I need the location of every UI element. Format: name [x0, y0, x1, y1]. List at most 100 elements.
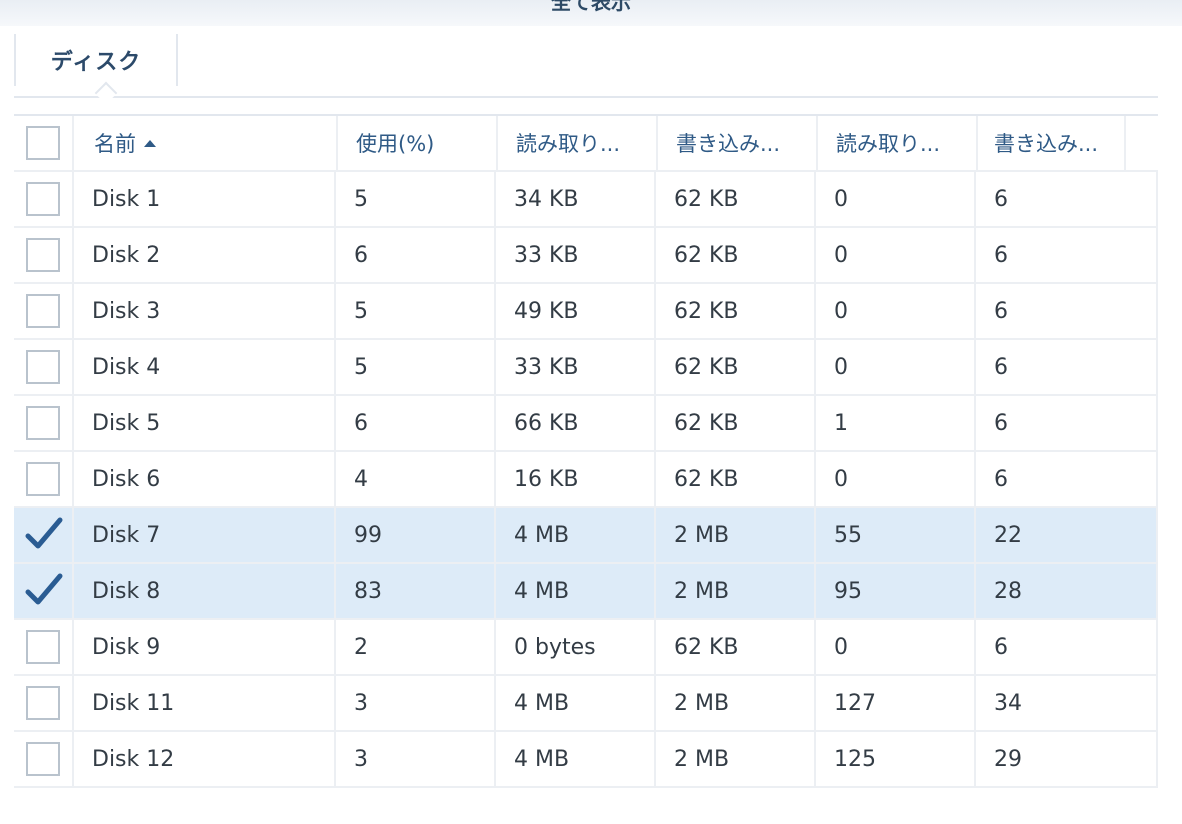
show-all-button[interactable]: 全て表示	[0, 0, 1182, 14]
cell-read-ops: 0	[816, 620, 976, 674]
cell-write: 62 KB	[656, 228, 816, 282]
column-header-label: 名前	[94, 132, 136, 156]
cell-read: 4 MB	[496, 564, 656, 618]
cell-read: 4 MB	[496, 508, 656, 562]
column-header-read[interactable]: 読み取り...	[498, 116, 658, 170]
cell-write-ops: 29	[976, 732, 1158, 786]
cell-read: 34 KB	[496, 172, 656, 226]
cell-name: Disk 5	[74, 396, 336, 450]
column-header-write[interactable]: 書き込み...	[658, 116, 818, 170]
cell-write-ops: 6	[976, 452, 1158, 506]
row-select-cell	[14, 732, 74, 786]
row-select-cell	[14, 676, 74, 730]
column-header-label: 読み取り...	[836, 132, 941, 156]
cell-name: Disk 7	[74, 508, 336, 562]
table-row[interactable]: Disk 8 83 4 MB 2 MB 95 28	[14, 564, 1158, 620]
row-checkbox[interactable]	[25, 573, 63, 608]
cell-read: 16 KB	[496, 452, 656, 506]
select-all-cell	[14, 116, 74, 170]
cell-usage: 83	[336, 564, 496, 618]
cell-name: Disk 6	[74, 452, 336, 506]
table-row[interactable]: Disk 12 3 4 MB 2 MB 125 29	[14, 732, 1158, 788]
cell-write: 62 KB	[656, 452, 816, 506]
row-select-cell	[14, 620, 74, 674]
row-select-cell	[14, 564, 74, 618]
table-row[interactable]: Disk 3 5 49 KB 62 KB 0 6	[14, 284, 1158, 340]
cell-usage: 4	[336, 452, 496, 506]
checkmark-icon	[25, 517, 63, 549]
row-select-cell	[14, 172, 74, 226]
cell-name: Disk 11	[74, 676, 336, 730]
cell-read: 49 KB	[496, 284, 656, 338]
cell-read-ops: 55	[816, 508, 976, 562]
cell-write-ops: 6	[976, 228, 1158, 282]
row-checkbox[interactable]	[26, 182, 60, 216]
cell-name: Disk 3	[74, 284, 336, 338]
row-checkbox[interactable]	[25, 517, 63, 552]
table-row[interactable]: Disk 7 99 4 MB 2 MB 55 22	[14, 508, 1158, 564]
cell-usage: 6	[336, 396, 496, 450]
select-all-checkbox[interactable]	[26, 126, 60, 160]
cell-write: 62 KB	[656, 340, 816, 394]
row-checkbox[interactable]	[26, 294, 60, 328]
cell-read-ops: 0	[816, 340, 976, 394]
cell-read: 33 KB	[496, 228, 656, 282]
column-header-usage[interactable]: 使用(%)	[338, 116, 498, 170]
cell-read-ops: 0	[816, 172, 976, 226]
table-row[interactable]: Disk 6 4 16 KB 62 KB 0 6	[14, 452, 1158, 508]
cell-read: 0 bytes	[496, 620, 656, 674]
cell-name: Disk 9	[74, 620, 336, 674]
cell-write: 62 KB	[656, 396, 816, 450]
table-row[interactable]: Disk 11 3 4 MB 2 MB 127 34	[14, 676, 1158, 732]
checkmark-icon	[25, 573, 63, 605]
cell-write-ops: 6	[976, 620, 1158, 674]
cell-usage: 6	[336, 228, 496, 282]
row-checkbox[interactable]	[26, 238, 60, 272]
cell-write-ops: 6	[976, 396, 1158, 450]
cell-read: 66 KB	[496, 396, 656, 450]
disk-table: 名前 使用(%) 読み取り... 書き込み... 読み取り... 書き込み...…	[14, 114, 1158, 788]
cell-read-ops: 127	[816, 676, 976, 730]
cell-write-ops: 28	[976, 564, 1158, 618]
row-checkbox[interactable]	[26, 686, 60, 720]
cell-name: Disk 1	[74, 172, 336, 226]
column-header-label: 読み取り...	[516, 132, 621, 156]
cell-read-ops: 125	[816, 732, 976, 786]
cell-write-ops: 34	[976, 676, 1158, 730]
table-row[interactable]: Disk 920 bytes 62 KB 0 6	[14, 620, 1158, 676]
cell-write: 2 MB	[656, 564, 816, 618]
cell-read: 4 MB	[496, 676, 656, 730]
cell-write-ops: 6	[976, 284, 1158, 338]
cell-usage: 5	[336, 284, 496, 338]
table-row[interactable]: Disk 1 5 34 KB 62 KB 0 6	[14, 172, 1158, 228]
table-row[interactable]: Disk 2 6 33 KB 62 KB 0 6	[14, 228, 1158, 284]
row-checkbox[interactable]	[26, 406, 60, 440]
cell-usage: 5	[336, 172, 496, 226]
row-checkbox[interactable]	[26, 462, 60, 496]
cell-write-ops: 6	[976, 172, 1158, 226]
cell-usage: 99	[336, 508, 496, 562]
table-row[interactable]: Disk 4 5 33 KB 62 KB 0 6	[14, 340, 1158, 396]
table-row[interactable]: Disk 5 6 66 KB 62 KB 1 6	[14, 396, 1158, 452]
tab-disk[interactable]: ディスク	[14, 34, 178, 86]
row-select-cell	[14, 452, 74, 506]
cell-usage: 2	[336, 620, 496, 674]
cell-write: 2 MB	[656, 676, 816, 730]
column-header-write-ops[interactable]: 書き込み...	[976, 116, 1126, 170]
column-header-label: 書き込み...	[994, 132, 1099, 156]
table-body: Disk 1 5 34 KB 62 KB 0 6 Disk 2 6 33 KB 62 KB 0 6 Di…	[14, 172, 1158, 788]
row-checkbox[interactable]	[26, 630, 60, 664]
cell-read: 4 MB	[496, 732, 656, 786]
row-checkbox[interactable]	[26, 742, 60, 776]
column-header-name[interactable]: 名前	[76, 116, 338, 170]
column-header-read-ops[interactable]: 読み取り...	[818, 116, 978, 170]
cell-read-ops: 0	[816, 228, 976, 282]
cell-write: 2 MB	[656, 508, 816, 562]
row-select-cell	[14, 340, 74, 394]
row-select-cell	[14, 508, 74, 562]
cell-read-ops: 95	[816, 564, 976, 618]
cell-usage: 3	[336, 676, 496, 730]
row-checkbox[interactable]	[26, 350, 60, 384]
column-header-label: 書き込み...	[676, 132, 781, 156]
cell-usage: 5	[336, 340, 496, 394]
